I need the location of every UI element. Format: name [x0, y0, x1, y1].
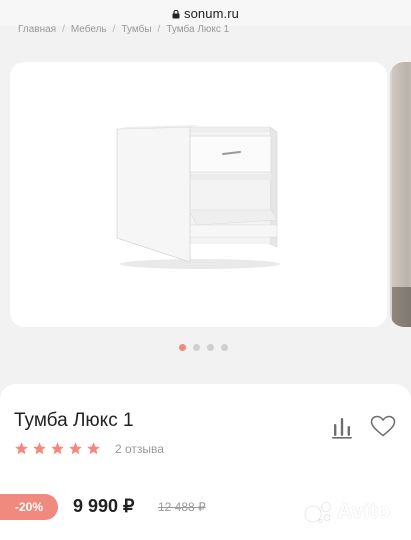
star-icon [69, 442, 82, 455]
breadcrumb-separator: / [62, 24, 65, 35]
avito-watermark: Avito [304, 500, 390, 524]
gallery-pagination [179, 344, 228, 351]
rating-stars [14, 441, 101, 456]
avito-watermark-text: Avito [337, 500, 391, 523]
discount-badge: -20% [0, 494, 58, 520]
star-icon [51, 442, 64, 455]
star-icon [33, 442, 46, 455]
breadcrumb-item-furniture[interactable]: Мебель [71, 24, 107, 38]
breadcrumb: Главная / Мебель / Тумбы / Тумба Люкс 1 [18, 24, 398, 38]
next-slide-floor [392, 287, 411, 327]
current-price: 9 990 ₽ [73, 496, 135, 516]
breadcrumb-item-home[interactable]: Главная [18, 24, 56, 38]
pagination-dot-2[interactable] [193, 344, 200, 351]
star-icon [15, 442, 28, 455]
gallery-slide-main[interactable] [10, 62, 387, 327]
avito-logo-icon [304, 502, 331, 523]
old-price: 12 488 ₽ [158, 500, 206, 514]
lock-icon [172, 9, 180, 18]
gallery-slide-next[interactable] [390, 62, 411, 327]
pagination-dot-4[interactable] [221, 344, 228, 351]
breadcrumb-item-cabinets[interactable]: Тумбы [121, 24, 151, 38]
heart-icon[interactable] [370, 415, 396, 437]
browser-url-bar[interactable]: sonum.ru [0, 0, 411, 26]
breadcrumb-separator: / [112, 24, 116, 35]
url-text: sonum.ru [184, 5, 239, 21]
product-info-panel: Тумба Люкс 1 2 отзыва -20% 9 990 ₽ 12 48… [0, 384, 411, 540]
star-icon [87, 442, 100, 455]
breadcrumb-separator: / [157, 24, 161, 35]
compare-bars-icon[interactable] [332, 415, 352, 439]
bedside-table-image [116, 125, 280, 269]
reviews-link[interactable]: 2 отзыва [115, 442, 164, 456]
breadcrumb-item-current: Тумба Люкс 1 [166, 24, 230, 35]
product-title: Тумба Люкс 1 [14, 410, 134, 431]
pagination-dot-3[interactable] [207, 344, 214, 351]
pagination-dot-1[interactable] [179, 344, 186, 351]
